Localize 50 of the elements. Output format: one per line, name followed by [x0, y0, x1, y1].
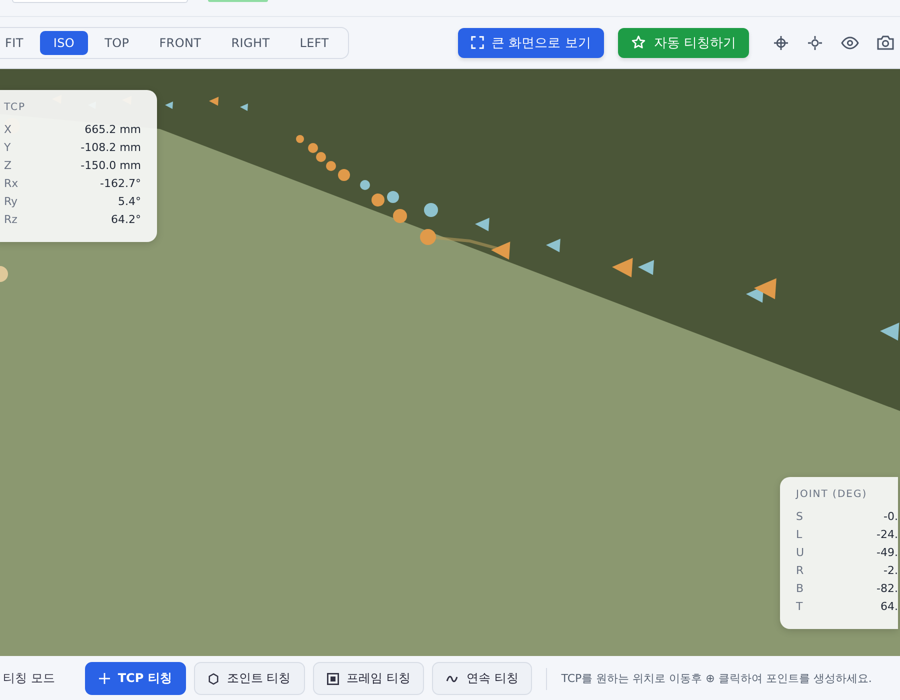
axis-label: U	[796, 546, 804, 558]
axis-value: -108.2 mm	[80, 140, 141, 154]
crosshair-icon[interactable]	[773, 34, 789, 50]
axis-value: -150.0 mm	[80, 158, 141, 172]
axis-value: -0.	[884, 510, 898, 522]
view-tab[interactable]: FRONT	[146, 30, 214, 54]
view-tab[interactable]: RIGHT	[218, 30, 283, 54]
teaching-mode-button[interactable]: 조인트 티칭	[194, 662, 305, 695]
axis-label: Y	[4, 140, 11, 154]
axis-label: X	[4, 122, 12, 136]
axis-label: T	[796, 600, 803, 612]
teaching-mode-button[interactable]: 연속 티칭	[432, 662, 532, 695]
camera-icon[interactable]	[877, 35, 894, 50]
axis-label: Z	[4, 158, 12, 172]
panel-title: JOINT (DEG)	[796, 489, 868, 500]
axis-value: -24.	[876, 528, 898, 540]
axis-value: -82.	[876, 582, 898, 594]
plus-icon	[98, 673, 110, 684]
mode-label: 티칭 모드	[3, 670, 55, 687]
axis-label: L	[796, 528, 802, 540]
auto-teach-button[interactable]: 자동 티칭하기	[618, 28, 749, 58]
fullscreen-button[interactable]: 큰 화면으로 보기	[458, 28, 604, 58]
axis-value: 64.2°	[111, 212, 141, 226]
axis-label: B	[796, 582, 804, 594]
target-icon[interactable]	[807, 34, 823, 50]
axis-value: -49.	[876, 546, 898, 558]
axis-value: -162.7°	[100, 176, 141, 190]
axis-label: R	[796, 564, 804, 576]
eye-icon[interactable]	[841, 36, 859, 50]
wave-icon	[446, 674, 458, 682]
axis-label: Ry	[4, 194, 18, 208]
fullscreen-icon	[470, 36, 484, 49]
axis-label: S	[796, 510, 803, 522]
view-tab[interactable]: LEFT	[286, 30, 342, 54]
teaching-mode-button[interactable]: TCP 티칭	[84, 662, 186, 695]
axis-value: 5.4°	[118, 194, 141, 208]
teaching-mode-button[interactable]: 프레임 티칭	[312, 662, 424, 695]
hexagon-icon	[208, 672, 219, 684]
hint-text: TCP를 원하는 위치로 이동후 ⊕ 클릭하여 포인트를 생성하세요.	[561, 671, 872, 686]
axis-label: Rz	[4, 212, 18, 226]
view-tab[interactable]: TOP	[92, 30, 142, 54]
axis-value: 64.	[880, 600, 898, 612]
axis-label: Rx	[4, 176, 18, 190]
axis-value: 665.2 mm	[84, 122, 141, 136]
star-icon	[630, 35, 646, 50]
view-tab[interactable]: ISO	[40, 30, 88, 54]
axis-value: -2.	[884, 564, 898, 576]
panel-title: TCP	[4, 102, 27, 113]
frame-icon	[326, 672, 339, 684]
view-tab[interactable]: FIT	[0, 30, 36, 54]
